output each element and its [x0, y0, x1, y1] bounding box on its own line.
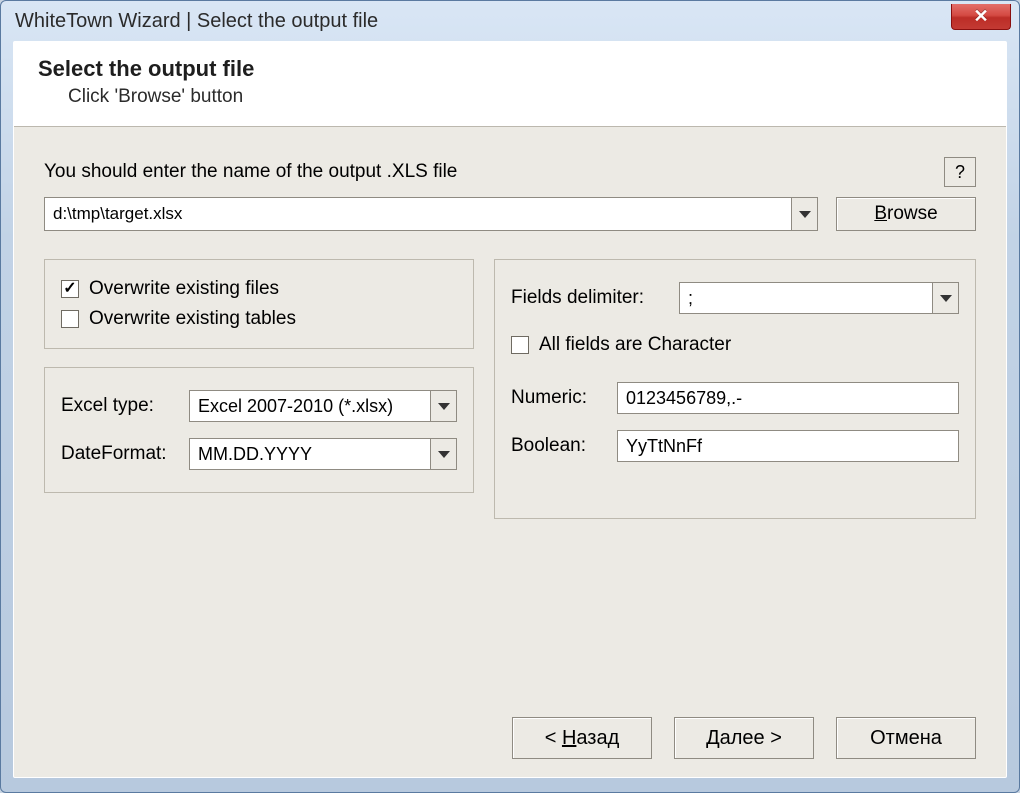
overwrite-files-label: Overwrite existing files: [89, 278, 279, 300]
hint-text: You should enter the name of the output …: [44, 161, 457, 183]
excel-type-dropdown-button[interactable]: [430, 391, 456, 421]
browse-button[interactable]: Browse: [836, 197, 976, 231]
footer-buttons: < Назад Далее > Отмена: [512, 717, 976, 759]
all-char-label: All fields are Character: [539, 334, 731, 356]
boolean-label: Boolean:: [511, 435, 607, 457]
date-format-select[interactable]: MM.DD.YYYY: [189, 438, 457, 470]
chevron-down-icon: [438, 451, 450, 458]
boolean-input[interactable]: [617, 430, 959, 462]
back-button-label: < Назад: [545, 727, 620, 750]
close-button[interactable]: ✕: [951, 4, 1011, 30]
next-button-label: Далее >: [706, 727, 782, 750]
excel-group: Excel type: Excel 2007-2010 (*.xlsx) Dat…: [44, 367, 474, 493]
wizard-banner: Select the output file Click 'Browse' bu…: [14, 42, 1006, 127]
browse-button-label: Browse: [874, 203, 937, 225]
date-format-dropdown-button[interactable]: [430, 439, 456, 469]
overwrite-files-row[interactable]: Overwrite existing files: [61, 274, 457, 304]
client-area: Select the output file Click 'Browse' bu…: [13, 41, 1007, 778]
overwrite-tables-label: Overwrite existing tables: [89, 308, 296, 330]
excel-type-value: Excel 2007-2010 (*.xlsx): [190, 391, 430, 421]
titlebar: WhiteTown Wizard | Select the output fil…: [1, 1, 1019, 41]
window: WhiteTown Wizard | Select the output fil…: [0, 0, 1020, 793]
fields-delim-label: Fields delimiter:: [511, 287, 669, 309]
overwrite-files-checkbox[interactable]: [61, 280, 79, 298]
body: You should enter the name of the output …: [14, 127, 1006, 545]
fields-delim-value: ;: [680, 283, 932, 313]
fields-group: Fields delimiter: ; All fields are Chara…: [494, 259, 976, 519]
numeric-label: Numeric:: [511, 387, 607, 409]
all-char-checkbox[interactable]: [511, 336, 529, 354]
chevron-down-icon: [438, 403, 450, 410]
fields-delim-select[interactable]: ;: [679, 282, 959, 314]
overwrite-group: Overwrite existing files Overwrite exist…: [44, 259, 474, 349]
chevron-down-icon: [799, 211, 811, 218]
cancel-button-label: Отмена: [870, 727, 942, 750]
banner-subtext: Click 'Browse' button: [68, 86, 982, 108]
cancel-button[interactable]: Отмена: [836, 717, 976, 759]
numeric-input[interactable]: [617, 382, 959, 414]
all-char-row[interactable]: All fields are Character: [511, 330, 959, 360]
fields-delim-dropdown-button[interactable]: [932, 283, 958, 313]
output-file-combo[interactable]: [44, 197, 818, 231]
close-icon: ✕: [973, 6, 988, 27]
overwrite-tables-checkbox[interactable]: [61, 310, 79, 328]
help-button[interactable]: ?: [944, 157, 976, 187]
back-button[interactable]: < Назад: [512, 717, 652, 759]
overwrite-tables-row[interactable]: Overwrite existing tables: [61, 304, 457, 334]
chevron-down-icon: [940, 295, 952, 302]
date-format-label: DateFormat:: [61, 443, 179, 465]
excel-type-label: Excel type:: [61, 395, 179, 417]
output-file-dropdown-button[interactable]: [791, 198, 817, 230]
output-file-input[interactable]: [45, 198, 791, 230]
excel-type-select[interactable]: Excel 2007-2010 (*.xlsx): [189, 390, 457, 422]
next-button[interactable]: Далее >: [674, 717, 814, 759]
banner-heading: Select the output file: [38, 56, 982, 82]
date-format-value: MM.DD.YYYY: [190, 439, 430, 469]
window-title: WhiteTown Wizard | Select the output fil…: [15, 10, 378, 33]
